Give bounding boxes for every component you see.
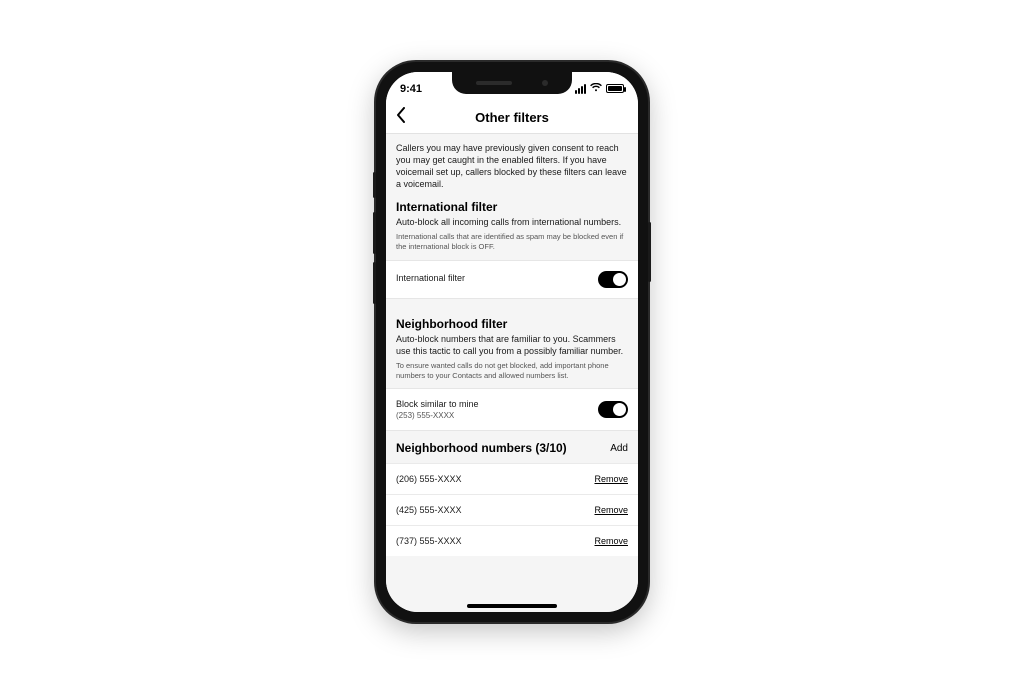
numbers-header: Neighborhood numbers (3/10) Add — [386, 431, 638, 463]
block-similar-toggle[interactable] — [598, 401, 628, 418]
number-row: (737) 555-XXXX Remove — [386, 525, 638, 556]
chevron-left-icon — [396, 107, 406, 123]
number-value: (425) 555-XXXX — [396, 505, 462, 515]
block-similar-row: Block similar to mine (253) 555-XXXX — [386, 388, 638, 431]
status-time: 9:41 — [400, 83, 422, 95]
home-indicator[interactable] — [467, 604, 557, 608]
remove-button[interactable]: Remove — [594, 505, 628, 515]
add-button[interactable]: Add — [610, 443, 628, 454]
content[interactable]: Callers you may have previously given co… — [386, 134, 638, 612]
screen: 9:41 Other filters Callers you may have … — [386, 72, 638, 612]
international-fine: International calls that are identified … — [396, 232, 628, 252]
phone-frame: 9:41 Other filters Callers you may have … — [376, 62, 648, 622]
speaker — [476, 81, 512, 85]
block-similar-sub: (253) 555-XXXX — [396, 411, 479, 420]
number-value: (206) 555-XXXX — [396, 474, 462, 484]
volume-up — [373, 212, 376, 254]
status-right — [575, 83, 624, 95]
remove-button[interactable]: Remove — [594, 536, 628, 546]
international-heading: International filter — [396, 200, 628, 214]
neighborhood-heading: Neighborhood filter — [396, 317, 628, 331]
mute-switch — [373, 172, 376, 198]
nav-header: Other filters — [386, 102, 638, 134]
cellular-icon — [575, 84, 586, 94]
numbers-heading: Neighborhood numbers (3/10) — [396, 441, 567, 455]
front-camera — [542, 80, 548, 86]
international-desc: Auto-block all incoming calls from inter… — [396, 216, 628, 228]
international-toggle-label: International filter — [396, 273, 465, 285]
block-similar-label: Block similar to mine — [396, 399, 479, 411]
number-value: (737) 555-XXXX — [396, 536, 462, 546]
number-row: (206) 555-XXXX Remove — [386, 463, 638, 494]
page-title: Other filters — [475, 110, 549, 125]
remove-button[interactable]: Remove — [594, 474, 628, 484]
neighborhood-desc: Auto-block numbers that are familiar to … — [396, 333, 628, 357]
number-row: (425) 555-XXXX Remove — [386, 494, 638, 525]
battery-icon — [606, 84, 624, 93]
side-button — [648, 222, 651, 282]
international-toggle-row: International filter — [386, 260, 638, 299]
intro-text: Callers you may have previously given co… — [396, 142, 628, 191]
volume-down — [373, 262, 376, 304]
international-toggle[interactable] — [598, 271, 628, 288]
neighborhood-fine: To ensure wanted calls do not get blocke… — [396, 361, 628, 381]
back-button[interactable] — [396, 107, 406, 127]
notch — [452, 72, 572, 94]
wifi-icon — [590, 83, 602, 95]
